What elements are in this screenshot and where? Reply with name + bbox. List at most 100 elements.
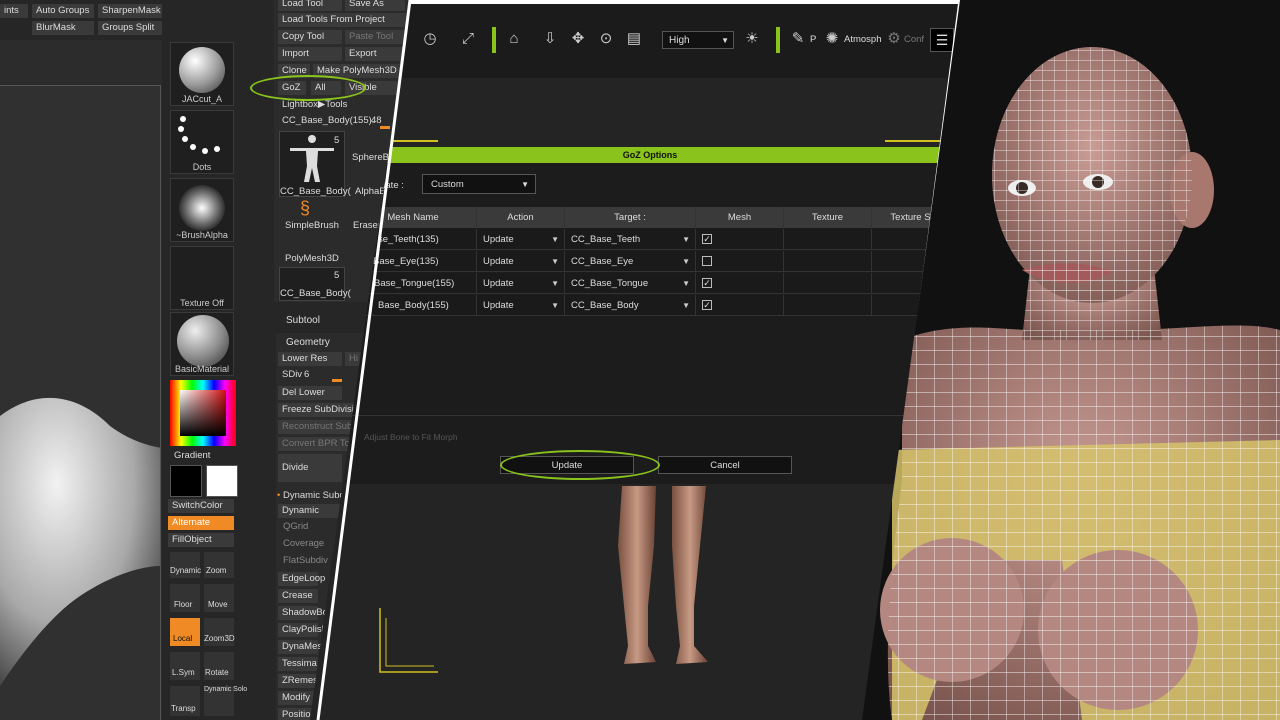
target-value: CC_Base_Body bbox=[571, 300, 639, 311]
rotate-button[interactable]: Rotate bbox=[204, 652, 234, 680]
template-select[interactable]: Custom ▼ bbox=[422, 174, 536, 194]
checkbox-checked[interactable]: ✓ bbox=[702, 300, 712, 310]
lightbox-tools-button[interactable]: Lightbox▶Tools bbox=[278, 98, 406, 112]
load-tool-button[interactable]: Load Tool bbox=[278, 0, 342, 11]
zoom3d-button[interactable]: Zoom3D bbox=[204, 618, 235, 646]
tool-thumb-body[interactable]: 5 CC_Base_Body( bbox=[279, 131, 351, 197]
floor-label: Floor bbox=[174, 600, 193, 609]
layers-icon[interactable]: ▤ bbox=[624, 28, 644, 50]
claypolish-button[interactable]: ClayPolish bbox=[278, 623, 327, 637]
cancel-button[interactable]: Cancel bbox=[658, 456, 792, 474]
row-action-select[interactable]: Update ▼ bbox=[477, 251, 565, 272]
move-view-icon[interactable]: ✥ bbox=[568, 28, 588, 50]
fit-view-icon[interactable]: ⤢ bbox=[458, 28, 478, 50]
zoom-button[interactable]: Zoom bbox=[204, 552, 234, 578]
floor-button[interactable]: Floor bbox=[170, 584, 200, 612]
row-mesh-checkbox[interactable]: ✓ bbox=[696, 295, 784, 316]
move-button[interactable]: Move bbox=[204, 584, 234, 612]
persp-button[interactable]: Dynamic Persp bbox=[170, 552, 224, 578]
convert-bpr-button[interactable]: Convert BPR To bbox=[278, 437, 358, 451]
row-mesh-checkbox[interactable]: ✓ bbox=[696, 229, 784, 250]
blurmask-button[interactable]: BlurMask bbox=[32, 21, 94, 35]
dynamic-button[interactable]: Dynamic bbox=[278, 504, 342, 518]
crease-button[interactable]: Crease bbox=[278, 589, 318, 603]
geometry-header[interactable]: Geometry bbox=[286, 337, 330, 348]
settings-sliders-icon[interactable]: ☰ bbox=[930, 28, 954, 52]
ints-button[interactable]: ints bbox=[0, 4, 28, 18]
secondary-color-swatch[interactable] bbox=[206, 465, 238, 497]
transp-button[interactable]: Transp bbox=[170, 686, 200, 716]
material-thumb[interactable]: BasicMaterial bbox=[170, 312, 234, 376]
col-mesh[interactable]: Mesh bbox=[696, 207, 784, 228]
copy-tool-button[interactable]: Copy Tool bbox=[278, 30, 342, 44]
zbrush-document[interactable] bbox=[0, 85, 161, 720]
alternate-button[interactable]: Alternate bbox=[168, 516, 234, 530]
zremesher-button[interactable]: ZRemes bbox=[278, 674, 318, 688]
row-action-select[interactable]: Update ▼ bbox=[477, 229, 565, 250]
lsym-button[interactable]: L.Sym bbox=[170, 652, 200, 680]
del-lower-button[interactable]: Del Lower bbox=[278, 386, 342, 400]
config-icon[interactable]: ⚙ bbox=[884, 28, 904, 50]
groups-split-button[interactable]: Groups Split bbox=[98, 21, 162, 35]
download-icon[interactable]: ⇩ bbox=[540, 28, 560, 50]
row-action-select[interactable]: Update ▼ bbox=[477, 273, 565, 294]
col-texture[interactable]: Texture bbox=[784, 207, 872, 228]
edgeloop-button[interactable]: EdgeLoop bbox=[278, 572, 325, 586]
row-target-select[interactable]: CC_Base_Tongue ▼ bbox=[565, 273, 696, 294]
checkbox-checked[interactable]: ✓ bbox=[702, 278, 712, 288]
focus-icon[interactable]: ⊙ bbox=[596, 28, 616, 50]
checkbox-unchecked[interactable] bbox=[702, 256, 712, 266]
current-tool-name[interactable]: CC_Base_Body(155). bbox=[278, 114, 374, 128]
save-as-button[interactable]: Save As bbox=[345, 0, 405, 11]
divide-button[interactable]: Divide bbox=[278, 454, 342, 482]
alpha-thumb[interactable]: ~BrushAlpha bbox=[170, 178, 234, 242]
load-tools-from-project-button[interactable]: Load Tools From Project bbox=[278, 13, 406, 27]
brush-jaccut-thumb[interactable]: JACcut_A bbox=[170, 42, 234, 106]
shadowbox-button[interactable]: ShadowBo bbox=[278, 606, 328, 620]
rotate-view-icon[interactable]: ◷ bbox=[420, 28, 440, 50]
dynamesh-button[interactable]: DynaMes bbox=[278, 640, 322, 654]
row-mesh-checkbox[interactable]: ✓ bbox=[696, 273, 784, 294]
subtool-header[interactable]: Subtool bbox=[286, 315, 320, 326]
sdiv-slider[interactable] bbox=[332, 379, 342, 382]
dynamic-subdiv-header[interactable]: Dynamic Subd bbox=[283, 490, 345, 501]
freeze-subdivision-button[interactable]: Freeze SubDivisi bbox=[278, 403, 358, 417]
stroke-dots-thumb[interactable]: Dots bbox=[170, 110, 234, 174]
col-action[interactable]: Action bbox=[477, 207, 565, 228]
solo-button[interactable]: Dynamic Solo bbox=[204, 686, 247, 716]
texture-thumb[interactable]: Texture Off bbox=[170, 246, 234, 310]
local-button[interactable]: Local bbox=[170, 618, 200, 646]
main-color-swatch[interactable] bbox=[170, 465, 202, 497]
coverage-slider[interactable]: Coverage bbox=[283, 538, 324, 549]
color-picker[interactable] bbox=[170, 380, 236, 446]
zoom-label: Zoom bbox=[206, 566, 227, 575]
row-mesh-checkbox[interactable] bbox=[696, 251, 784, 272]
row-target-select[interactable]: CC_Base_Teeth ▼ bbox=[565, 229, 696, 250]
pose-icon[interactable]: ✎ bbox=[788, 28, 808, 50]
reconstruct-subdiv-button[interactable]: Reconstruct Sub bbox=[278, 420, 358, 434]
tool-thumb-body-small[interactable]: 5 CC_Base_Body( bbox=[279, 267, 351, 301]
tool-slider-knob[interactable] bbox=[380, 126, 390, 129]
import-button[interactable]: Import bbox=[278, 47, 342, 61]
atmosphere-icon[interactable]: ✺ bbox=[822, 28, 842, 50]
checkbox-checked[interactable]: ✓ bbox=[702, 234, 712, 244]
row-target-select[interactable]: CC_Base_Body ▼ bbox=[565, 295, 696, 316]
modify-topology-button[interactable]: Modify bbox=[278, 691, 318, 705]
fillobject-button[interactable]: FillObject bbox=[168, 533, 234, 547]
auto-groups-button[interactable]: Auto Groups bbox=[32, 4, 94, 18]
adjust-bone-option[interactable]: Adjust Bone to Fit Morph bbox=[364, 432, 458, 442]
tessimate-button[interactable]: Tessima bbox=[278, 657, 318, 671]
home-icon[interactable]: ⌂ bbox=[504, 28, 524, 50]
flatsubdiv-slider[interactable]: FlatSubdiv bbox=[283, 555, 328, 566]
row-action-select[interactable]: Update ▼ bbox=[477, 295, 565, 316]
row-target-select[interactable]: CC_Base_Eye ▼ bbox=[565, 251, 696, 272]
export-button[interactable]: Export bbox=[345, 47, 405, 61]
paste-tool-button[interactable]: Paste Tool bbox=[345, 30, 405, 44]
switchcolor-button[interactable]: SwitchColor bbox=[168, 499, 234, 513]
lower-res-button[interactable]: Lower Res bbox=[278, 352, 342, 366]
sharpenmask-button[interactable]: SharpenMask bbox=[98, 4, 162, 18]
col-target[interactable]: Target : bbox=[565, 207, 696, 228]
quality-select[interactable]: High ▼ bbox=[662, 31, 734, 49]
sun-icon[interactable]: ☀ bbox=[742, 28, 762, 50]
qgrid-slider[interactable]: QGrid bbox=[283, 521, 308, 532]
